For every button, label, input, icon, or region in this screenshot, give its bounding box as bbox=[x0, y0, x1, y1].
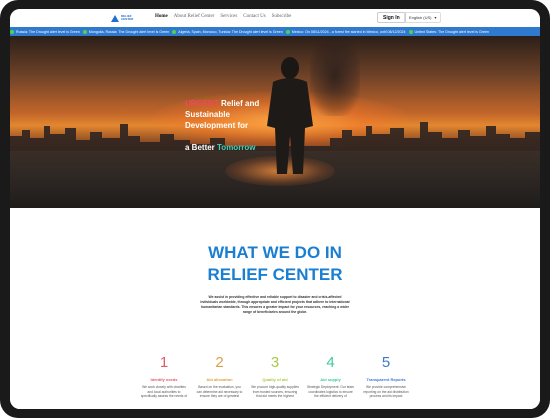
step-text: We procure high-quality supplies from tr… bbox=[251, 385, 299, 398]
step-number: 4 bbox=[326, 354, 335, 371]
step-quality-of-aid: 3 Quality of aid We procure high-quality… bbox=[251, 354, 299, 399]
language-label: English (US) bbox=[409, 15, 432, 20]
step-number: 5 bbox=[381, 354, 391, 371]
step-title: Aid supply bbox=[320, 377, 341, 382]
hero-tomorrow-word: Tomorrow bbox=[217, 143, 256, 152]
logo-icon bbox=[111, 14, 119, 22]
hero-banner: URGENT Relief and Sustainable Developmen… bbox=[10, 36, 540, 208]
step-aid-supply: 4 Aid supply Strategic Deployment: Our t… bbox=[307, 354, 355, 399]
step-title: Transparent Reports bbox=[366, 377, 406, 382]
hero-line-3: Development for bbox=[185, 121, 249, 130]
status-dot-icon bbox=[408, 29, 413, 34]
ticker-item[interactable]: United States: The Drought alert level i… bbox=[408, 29, 489, 34]
step-title: Identify needs bbox=[150, 377, 178, 382]
menu-item-about[interactable]: About Relief Center bbox=[174, 14, 215, 19]
step-transparent-reports: 5 Transparent Reports We provide compreh… bbox=[362, 354, 410, 399]
language-selector[interactable]: English (US) ▾ bbox=[404, 12, 442, 23]
step-text: We work closely with charities and local… bbox=[140, 385, 188, 398]
step-number: 3 bbox=[270, 354, 280, 371]
step-identify-needs: 1 Identify needs We work closely with ch… bbox=[140, 354, 188, 399]
what-we-do-section: WHAT WE DO IN RELIEF CENTER We assist in… bbox=[10, 208, 540, 409]
status-dot-icon bbox=[82, 29, 87, 34]
step-title: Quality of aid bbox=[262, 377, 288, 382]
section-description: We assist in providing effective and rel… bbox=[200, 295, 350, 314]
main-menu: Home About Relief Center Services Contac… bbox=[155, 14, 291, 19]
hero-line-2: Sustainable bbox=[185, 110, 230, 119]
step-text: We provide comprehensive reporting on th… bbox=[363, 385, 409, 398]
browser-screen: RELIEF CENTER Home About Relief Center S… bbox=[10, 9, 540, 409]
step-aid-allocation: 2 Aid allocation Based on the evaluation… bbox=[196, 354, 244, 399]
hero-headline: URGENT Relief and Sustainable Developmen… bbox=[185, 99, 260, 152]
alert-ticker: Russia: The Drought alert level is Green… bbox=[10, 27, 540, 36]
chevron-down-icon: ▾ bbox=[434, 15, 437, 20]
device-frame: RELIEF CENTER Home About Relief Center S… bbox=[0, 0, 550, 418]
step-number: 1 bbox=[159, 354, 169, 371]
status-dot-icon bbox=[172, 29, 177, 34]
process-steps: 1 Identify needs We work closely with ch… bbox=[140, 354, 410, 399]
step-number: 2 bbox=[215, 354, 224, 371]
step-title: Aid allocation bbox=[206, 377, 233, 382]
standing-person-silhouette bbox=[267, 57, 313, 174]
logo-text: RELIEF CENTER bbox=[121, 14, 134, 21]
top-navigation: RELIEF CENTER Home About Relief Center S… bbox=[10, 9, 540, 27]
ticker-item[interactable]: Algeria, Spain, Morocco, Tunisia: The Dr… bbox=[172, 29, 283, 34]
menu-item-subscribe[interactable]: Subscribe bbox=[272, 14, 292, 19]
sign-in-button[interactable]: Sign In bbox=[377, 12, 406, 23]
hero-urgent-word: URGENT bbox=[185, 99, 219, 108]
menu-item-services[interactable]: Services bbox=[220, 14, 237, 19]
ticker-item[interactable]: Mexico: On 08/11/2024 - a forest fire st… bbox=[285, 29, 406, 34]
menu-item-contact[interactable]: Contact Us bbox=[243, 14, 265, 19]
status-dot-icon bbox=[285, 29, 290, 34]
menu-item-home[interactable]: Home bbox=[155, 14, 168, 19]
status-dot-icon bbox=[10, 29, 14, 34]
section-heading: WHAT WE DO IN RELIEF CENTER bbox=[207, 243, 343, 284]
ticker-item[interactable]: Russia: The Drought alert level is Green bbox=[10, 29, 80, 34]
relief-center-logo[interactable]: RELIEF CENTER bbox=[111, 13, 141, 23]
step-text: Strategic Deployment: Our team coordinat… bbox=[306, 385, 355, 398]
ticker-item[interactable]: Mongolia, Russia: The Drought alert leve… bbox=[82, 29, 169, 34]
step-text: Based on the evaluation, you can determi… bbox=[196, 385, 243, 398]
